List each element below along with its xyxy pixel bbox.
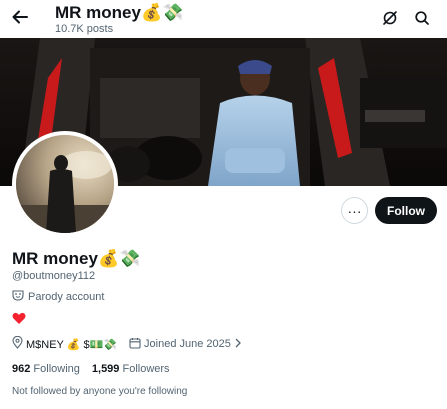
more-options-button[interactable]: ··· xyxy=(341,197,368,224)
back-arrow-icon[interactable] xyxy=(10,7,30,27)
location-item: M$NEY 💰 $💵💸 xyxy=(12,335,118,352)
parody-mask-icon xyxy=(12,289,24,304)
parody-label: Parody account xyxy=(28,290,105,303)
followed-by-text: Not followed by anyone you're following xyxy=(12,386,188,397)
followers-label: Followers xyxy=(122,363,170,375)
following-label: Following xyxy=(33,363,80,375)
avatar[interactable] xyxy=(12,131,118,237)
followers-link[interactable]: 1,599 Followers xyxy=(92,363,170,375)
location-pin-icon xyxy=(12,335,23,352)
profile-meta-row: M$NEY 💰 $💵💸 Joined June 2025 xyxy=(12,335,242,352)
following-count: 962 xyxy=(12,363,31,375)
follow-button[interactable]: Follow xyxy=(375,197,437,224)
posts-count: 10.7K posts xyxy=(55,23,114,35)
follow-stats: 962 Following 1,599 Followers xyxy=(12,363,170,375)
search-icon[interactable] xyxy=(411,7,433,29)
following-link[interactable]: 962 Following xyxy=(12,363,80,375)
calendar-icon xyxy=(129,337,141,352)
parody-label-row: Parody account xyxy=(12,289,104,304)
profile-bio xyxy=(12,312,26,330)
followers-count: 1,599 xyxy=(91,363,120,375)
chevron-right-icon xyxy=(234,338,242,351)
profile-name: MR money💰💸 xyxy=(12,249,141,268)
joined-text: Joined June 2025 xyxy=(144,338,231,350)
header-title-block: MR money💰💸 10.7K posts xyxy=(55,3,183,36)
location-text: M$NEY 💰 $💵💸 xyxy=(26,338,118,351)
header-title: MR money💰💸 xyxy=(55,3,184,22)
joined-item[interactable]: Joined June 2025 xyxy=(129,337,242,352)
top-bar: MR money💰💸 10.7K posts xyxy=(0,0,447,38)
grok-icon[interactable] xyxy=(379,7,401,29)
profile-handle: @boutmoney112 xyxy=(12,270,96,282)
heart-icon xyxy=(12,312,26,324)
